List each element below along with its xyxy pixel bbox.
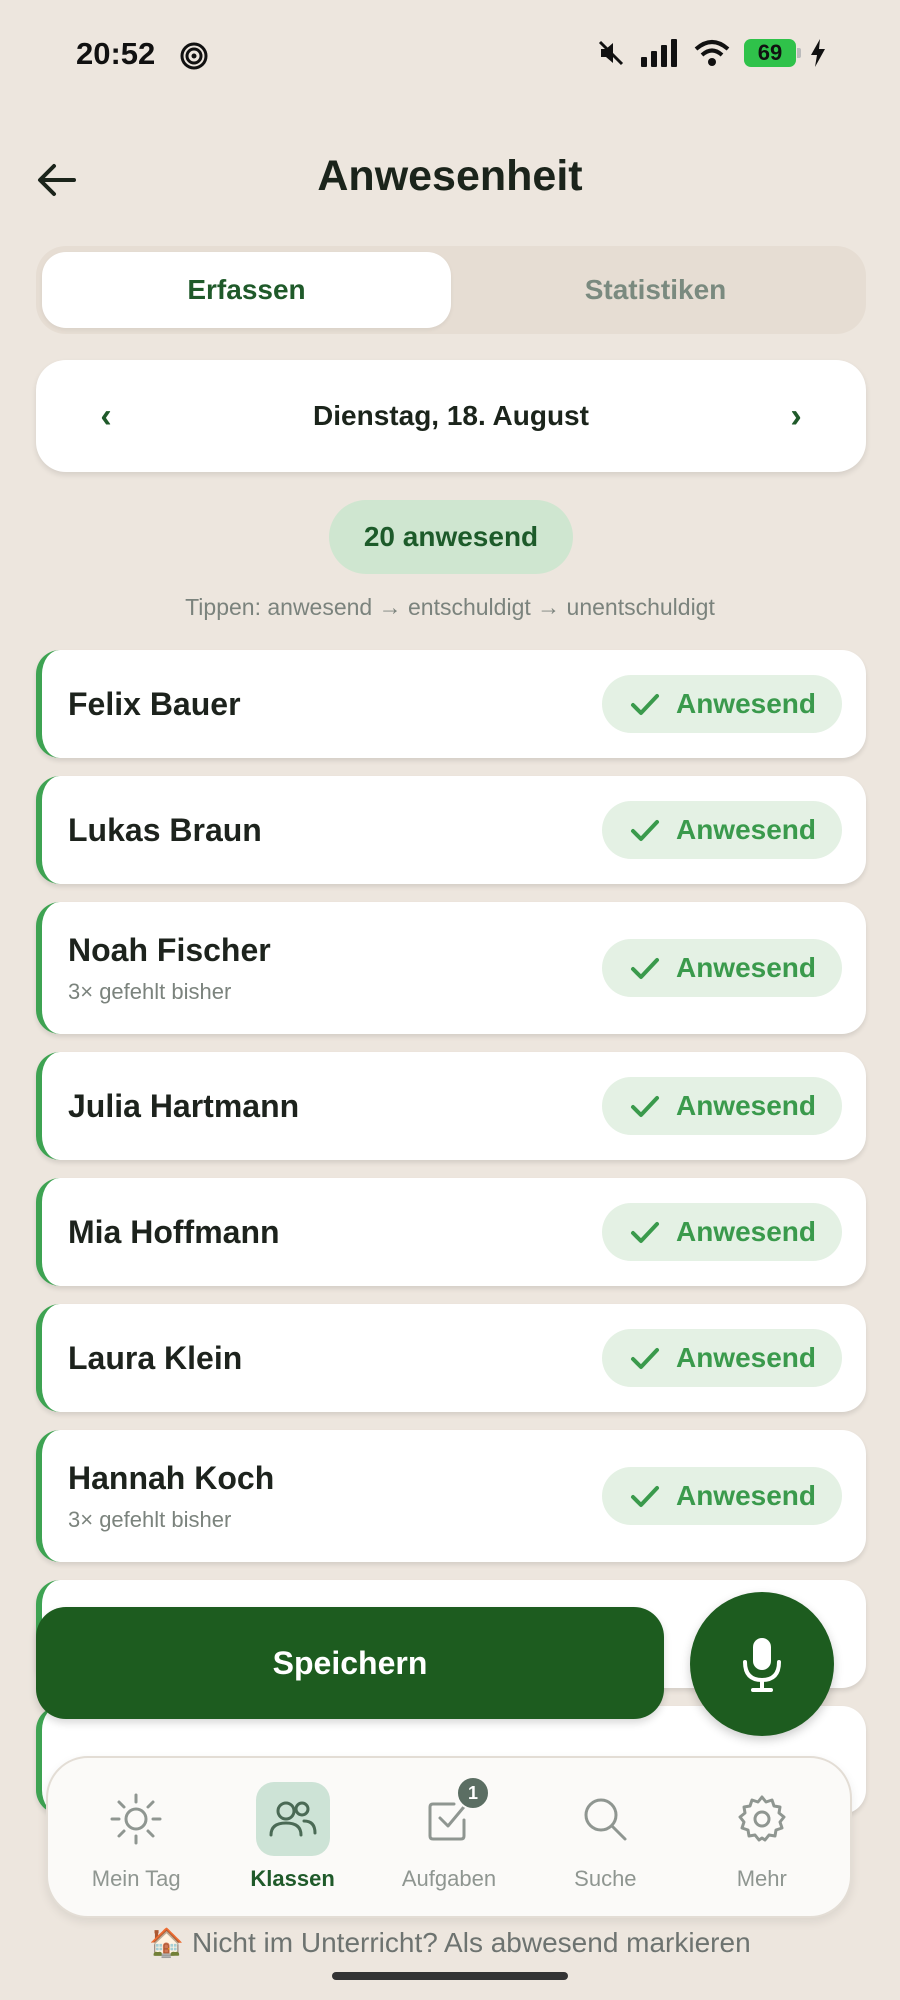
page-title: Anwesenheit [317, 152, 583, 200]
nav-mehr[interactable]: Mehr [687, 1782, 837, 1892]
tab-statistiken[interactable]: Statistiken [451, 252, 860, 328]
task-count-badge: 1 [455, 1776, 490, 1810]
status-icons: 69 [596, 38, 826, 68]
nav-label: Aufgaben [401, 1866, 497, 1891]
date-selector: ‹ Dienstag, 18. August › [36, 360, 866, 472]
gear-icon [738, 1795, 786, 1842]
nav-mein-tag[interactable]: Mein Tag [61, 1782, 211, 1892]
student-row[interactable]: Lukas Braun Anwesend [36, 776, 866, 884]
student-row[interactable]: Julia Hartmann Anwesend [36, 1052, 866, 1160]
microphone-icon [743, 1638, 781, 1692]
checkmark-icon [630, 694, 659, 715]
date-label: Dienstag, 18. August [313, 400, 589, 431]
signal-icon [641, 39, 677, 67]
search-icon [584, 1798, 627, 1841]
home-indicator [332, 1972, 568, 1980]
wifi-icon [694, 40, 730, 66]
voice-input-button[interactable] [690, 1592, 834, 1736]
app-header: Anwesenheit [0, 140, 900, 220]
bottom-navigation: Mein Tag Klassen 1 Aufgaben Suche Mehr [46, 1756, 852, 1918]
status-label: Anwesend [675, 1090, 817, 1121]
student-row[interactable]: Felix Bauer Anwesend [36, 650, 866, 758]
status-time: 20:52 [76, 36, 156, 71]
student-row[interactable]: Noah Fischer 3× gefehlt bisher Anwesend [36, 902, 866, 1034]
checkmark-icon [630, 1486, 659, 1507]
student-row[interactable]: Laura Klein Anwesend [36, 1304, 866, 1412]
nav-aufgaben[interactable]: 1 Aufgaben [374, 1776, 524, 1892]
tab-erfassen[interactable]: Erfassen [42, 252, 451, 328]
status-label: Anwesend [675, 1216, 817, 1247]
status-label: Anwesend [675, 1480, 817, 1511]
status-label: Anwesend [675, 688, 817, 719]
checkmark-icon [630, 820, 659, 841]
nav-suche[interactable]: Suche [530, 1782, 680, 1892]
sun-icon [110, 1793, 162, 1845]
checkmark-icon [630, 1222, 659, 1243]
mark-absent-link[interactable]: 🏠 Nicht im Unterricht? Als abwesend mark… [0, 1926, 900, 1959]
present-count-badge: 20 anwesend [329, 500, 573, 574]
battery-indicator: 69 [744, 39, 801, 67]
next-day-button[interactable]: › [776, 397, 816, 436]
nav-label: Mehr [736, 1866, 787, 1891]
users-icon [269, 1801, 317, 1837]
charging-icon [811, 39, 825, 67]
spiral-icon [180, 42, 208, 70]
attendance-status-button[interactable]: Anwesend [602, 1329, 842, 1387]
attendance-status-button[interactable]: Anwesend [602, 939, 842, 997]
nav-label: Klassen [250, 1866, 335, 1891]
status-label: Anwesend [675, 814, 817, 845]
attendance-status-button[interactable]: Anwesend [602, 675, 842, 733]
checkmark-icon [630, 1096, 659, 1117]
save-button[interactable]: Speichern [36, 1607, 664, 1719]
prev-day-button[interactable]: ‹ [86, 397, 126, 436]
status-label: Anwesend [675, 1342, 817, 1373]
mute-icon [598, 40, 624, 66]
checkmark-icon [630, 958, 659, 979]
checkmark-icon [630, 1348, 659, 1369]
attendance-status-button[interactable]: Anwesend [602, 1203, 842, 1261]
attendance-status-button[interactable]: Anwesend [602, 801, 842, 859]
tap-hint: Tippen: anwesend → entschuldigt → unents… [185, 594, 715, 620]
attendance-status-button[interactable]: Anwesend [602, 1467, 842, 1525]
nav-klassen[interactable]: Klassen [218, 1782, 368, 1892]
segmented-tabs: Erfassen Statistiken [36, 246, 866, 334]
student-row[interactable]: Hannah Koch 3× gefehlt bisher Anwesend [36, 1430, 866, 1562]
status-label: Anwesend [675, 952, 817, 983]
nav-label: Suche [574, 1866, 637, 1891]
nav-label: Mein Tag [91, 1866, 181, 1891]
student-row[interactable]: Mia Hoffmann Anwesend [36, 1178, 866, 1286]
attendance-status-button[interactable]: Anwesend [602, 1077, 842, 1135]
status-bar: 20:52 69 [0, 0, 900, 110]
